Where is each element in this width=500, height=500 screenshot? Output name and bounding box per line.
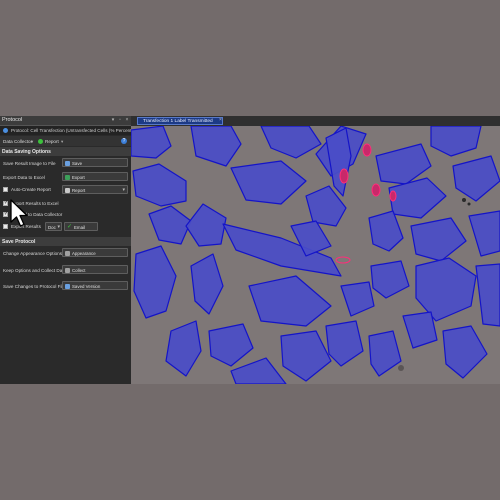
button-label: Email: [74, 224, 85, 230]
section-title: Save Protocol: [2, 238, 36, 245]
protocol-panel: Protocol ▾ ▫ × Protocol: Cell Transfecti…: [0, 116, 135, 384]
button-label: Saved Version: [72, 283, 101, 289]
append-collector-checkbox[interactable]: [3, 211, 8, 217]
palette-icon: [65, 250, 70, 256]
section-title: Data Saving Options: [2, 148, 51, 155]
export-excel-label: Export Data to Excel: [3, 175, 45, 180]
chevron-down-icon[interactable]: ▾: [61, 139, 63, 145]
protocol-icon: [3, 128, 8, 133]
report-menu[interactable]: Report: [45, 139, 59, 144]
section-save-protocol: Save Protocol: [0, 237, 131, 246]
chevron-down-icon: ▾: [57, 224, 60, 230]
collect-button[interactable]: Collect: [62, 265, 128, 274]
saved-version-button[interactable]: Saved Version: [62, 281, 128, 290]
save-changes-label: Save Changes to Protocol File: [3, 284, 66, 289]
report-icon: [65, 187, 70, 193]
check-icon: ✓: [67, 224, 73, 230]
save-image-label: Save Result Image to File: [3, 161, 56, 166]
auto-report-label: Auto-Create Report: [11, 187, 51, 192]
help-icon[interactable]: ?: [121, 138, 127, 144]
panel-title-bar: Protocol ▾ ▫ ×: [0, 116, 131, 126]
button-label: Report: [72, 187, 86, 193]
close-icon[interactable]: ×: [124, 117, 130, 123]
save-button[interactable]: Save: [62, 158, 128, 167]
export-button[interactable]: Export: [62, 172, 128, 181]
application-window: Protocol ▾ ▫ × Protocol: Cell Transfecti…: [0, 116, 500, 384]
tab-image[interactable]: Transfection 1 Label Transmitted: [137, 117, 223, 125]
excel-icon: [65, 174, 70, 180]
section-data-saving: Data Saving Options: [0, 147, 131, 156]
button-label: Collect: [72, 267, 86, 273]
keep-options-label: Keep Options and Collect Data: [3, 268, 67, 273]
dock-icon[interactable]: ▫: [117, 117, 123, 123]
close-icon[interactable]: ×: [219, 117, 222, 123]
button-label: Appearance: [72, 250, 96, 256]
disk-icon: [65, 283, 70, 289]
report-status-icon: [38, 139, 43, 144]
appearance-button[interactable]: Appearance: [62, 248, 128, 257]
collect-icon: [65, 267, 70, 273]
panel-title: Protocol: [2, 117, 23, 123]
chevron-down-icon[interactable]: ▾: [31, 139, 33, 145]
panel-toolbar: Data Collector ▾ Report ▾ ?: [0, 136, 131, 146]
auto-report-checkbox[interactable]: [3, 187, 8, 192]
mouse-cursor-icon: [10, 199, 28, 227]
button-label: Export: [72, 174, 85, 180]
protocol-name: Protocol: Cell Transfection (Untransfect…: [11, 128, 135, 133]
pin-icon[interactable]: ▾: [110, 117, 116, 123]
change-appearance-label: Change Appearance Options: [3, 251, 62, 256]
email-button[interactable]: ✓ Email: [64, 222, 98, 231]
disk-icon: [65, 160, 70, 166]
chevron-down-icon[interactable]: ▾: [122, 187, 125, 193]
segmentation-image[interactable]: [131, 126, 500, 384]
export-results-checkbox[interactable]: [3, 224, 8, 229]
select-value: Doc: [48, 224, 56, 230]
protocol-name-row: Protocol: Cell Transfection (Untransfect…: [0, 126, 135, 135]
tab-label: Transfection 1 Label Transmitted: [143, 119, 213, 124]
data-collector-menu[interactable]: Data Collector: [3, 139, 32, 144]
format-select[interactable]: Doc ▾: [45, 222, 62, 231]
button-label: Save: [72, 160, 83, 166]
export-results-excel-checkbox[interactable]: [3, 200, 8, 206]
report-button[interactable]: Report ▾: [62, 185, 128, 194]
